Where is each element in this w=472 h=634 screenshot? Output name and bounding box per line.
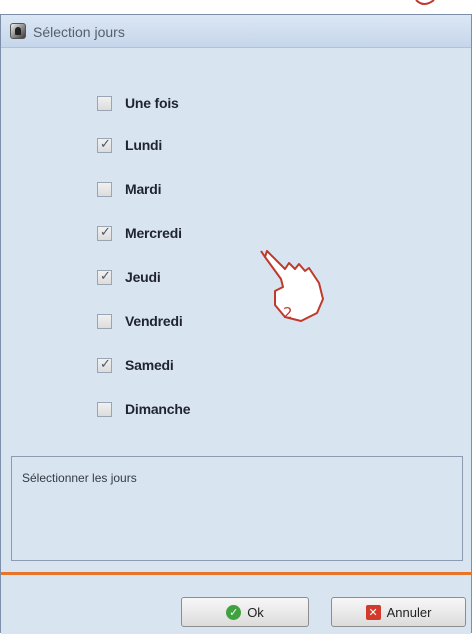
annotation-corner-mark [415, 0, 435, 5]
day-label: Vendredi [125, 313, 183, 329]
day-row-samedi[interactable]: Samedi [97, 355, 174, 375]
checkbox-mardi[interactable] [97, 181, 112, 197]
checkbox-jeudi[interactable] [97, 269, 112, 285]
checkbox-vendredi[interactable] [97, 313, 112, 329]
cancel-button[interactable]: ✕ Annuler [331, 597, 466, 627]
day-label: Jeudi [125, 269, 161, 285]
day-row-mardi[interactable]: Mardi [97, 179, 162, 199]
ok-button[interactable]: ✓ Ok [181, 597, 309, 627]
window-title: Sélection jours [33, 24, 125, 40]
check-circle-icon: ✓ [226, 604, 242, 620]
days-list: Une fois Lundi Mardi Mercredi Jeudi Vend… [11, 59, 463, 449]
hint-text: Sélectionner les jours [22, 471, 137, 485]
day-row-jeudi[interactable]: Jeudi [97, 267, 161, 287]
annotation-number: 2 [283, 304, 293, 322]
day-label: Mardi [125, 181, 162, 197]
close-icon: ✕ [365, 604, 381, 620]
day-label: Mercredi [125, 225, 182, 241]
app-icon [10, 23, 26, 39]
checkbox-dimanche[interactable] [97, 401, 112, 417]
ok-button-label: Ok [247, 604, 264, 620]
checkbox-mercredi[interactable] [97, 225, 112, 241]
hint-panel: Sélectionner les jours [11, 456, 463, 561]
checkbox-une-fois[interactable] [97, 95, 112, 111]
day-row-une-fois[interactable]: Une fois [97, 93, 179, 113]
day-row-lundi[interactable]: Lundi [97, 135, 162, 155]
day-label: Une fois [125, 95, 179, 111]
day-row-vendredi[interactable]: Vendredi [97, 311, 183, 331]
day-row-dimanche[interactable]: Dimanche [97, 399, 191, 419]
day-label: Lundi [125, 137, 163, 153]
dialog-window: Sélection jours Une fois Lundi Mardi Mer… [0, 14, 472, 634]
cancel-button-label: Annuler [386, 604, 432, 620]
title-bar[interactable]: Sélection jours [1, 15, 471, 48]
dialog-footer: ✓ Ok ✕ Annuler [1, 575, 471, 634]
pointing-hand-icon [260, 250, 324, 322]
checkbox-lundi[interactable] [97, 137, 112, 153]
day-label: Dimanche [125, 401, 191, 417]
checkbox-samedi[interactable] [97, 357, 112, 373]
day-label: Samedi [125, 357, 174, 373]
day-row-mercredi[interactable]: Mercredi [97, 223, 182, 243]
